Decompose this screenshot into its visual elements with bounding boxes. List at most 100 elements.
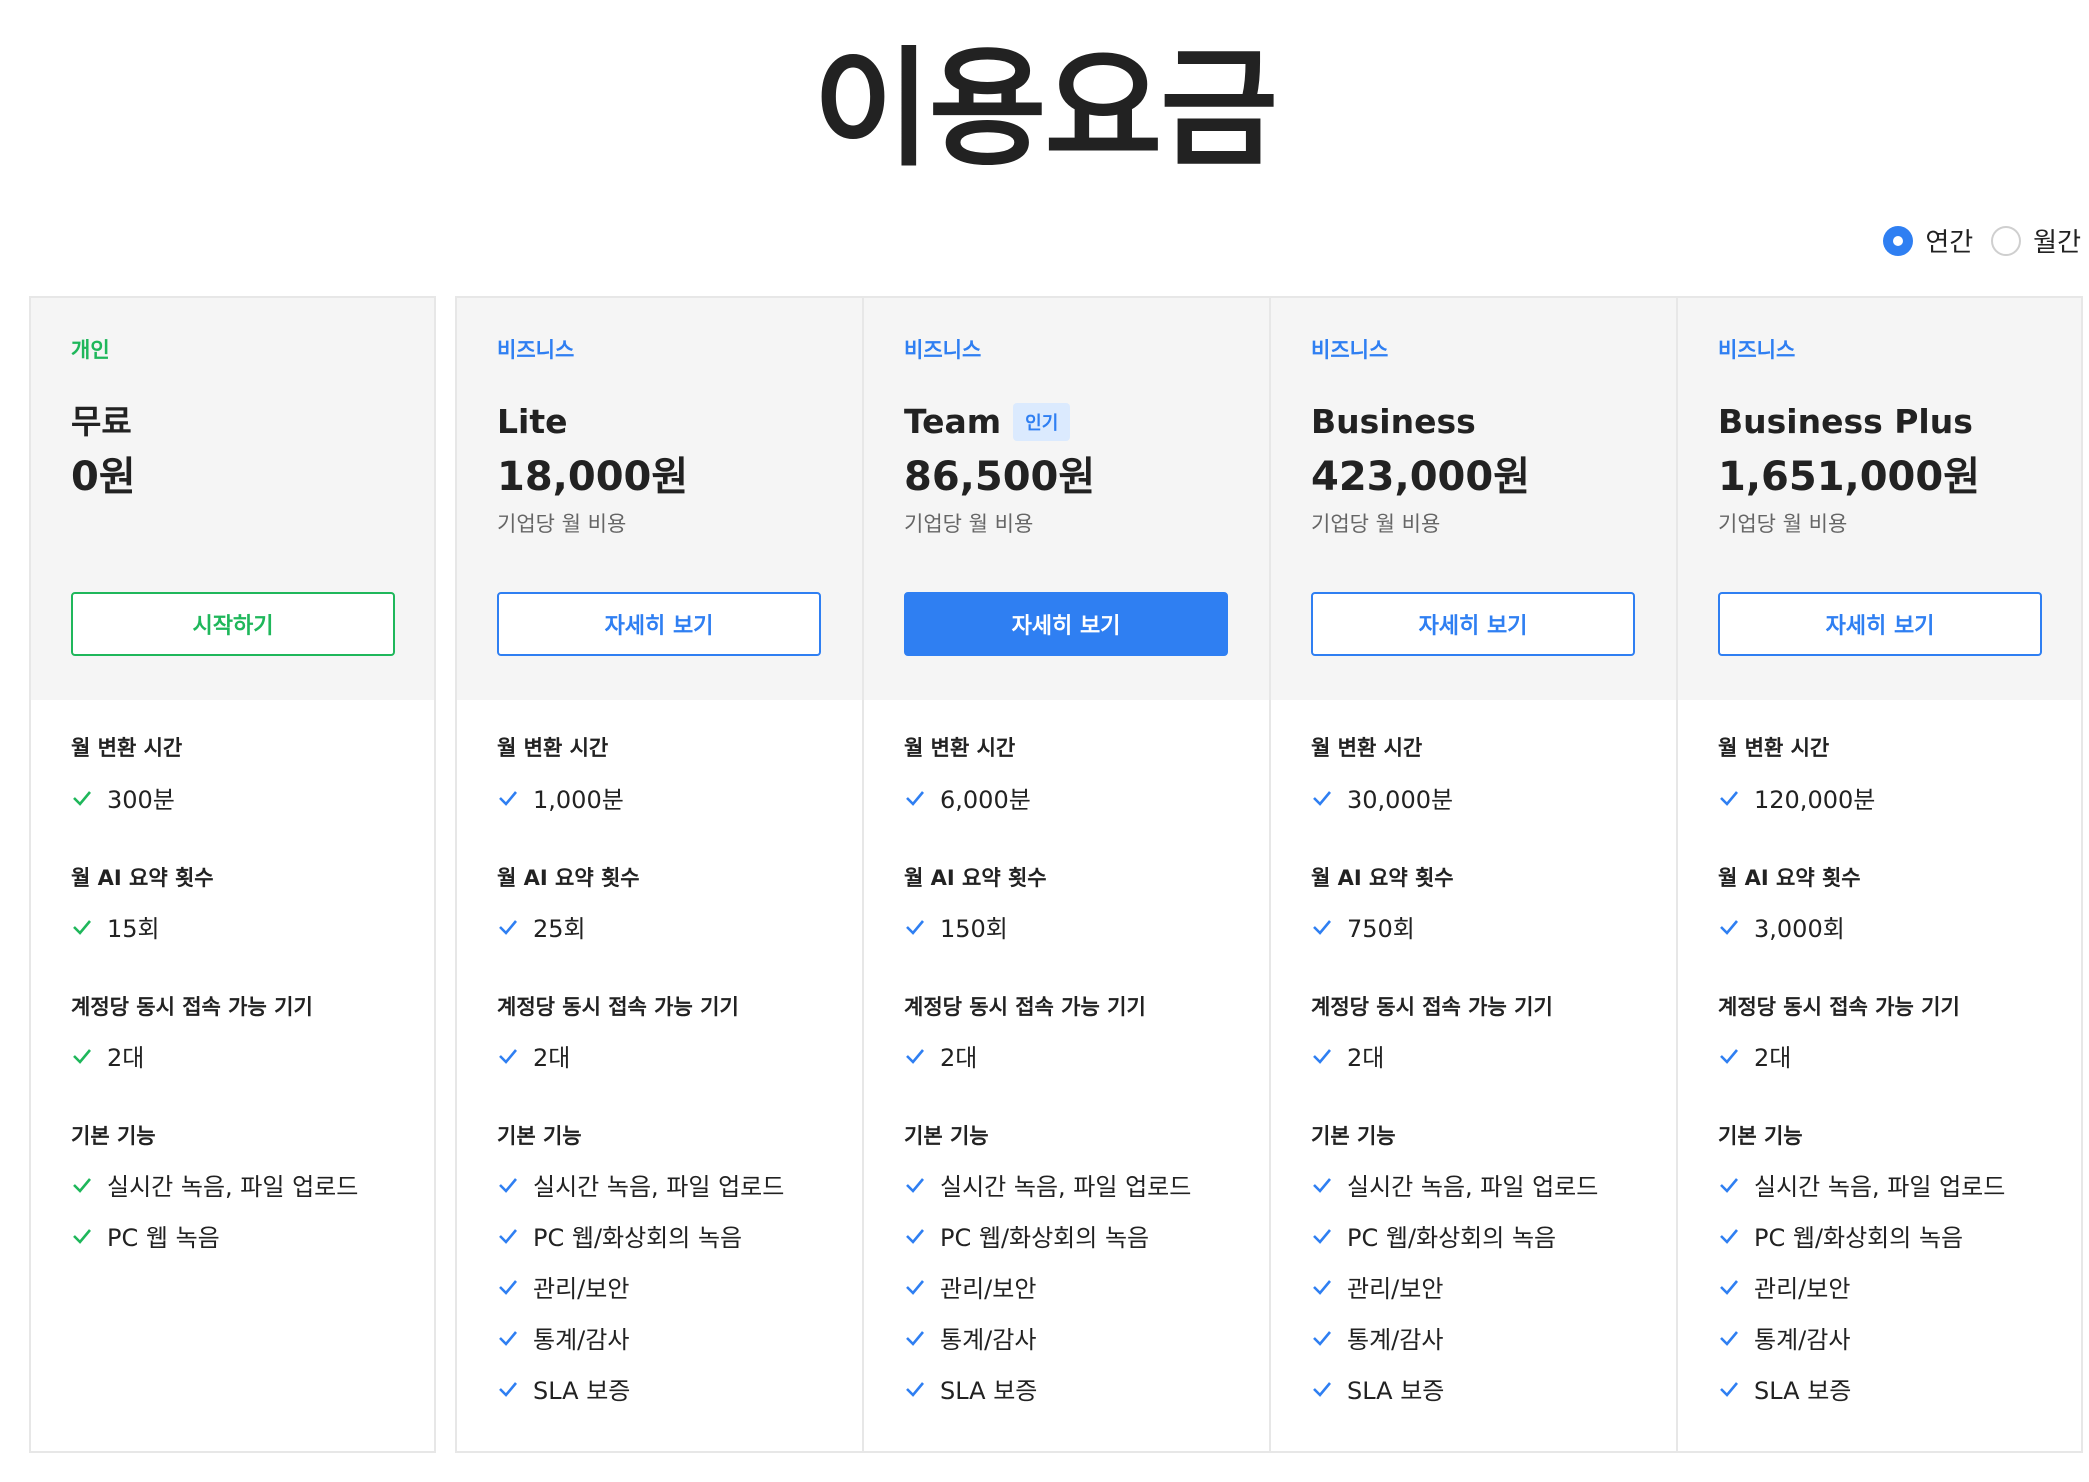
check-icon	[906, 1048, 924, 1064]
plan-price-caption: 기업당 월 비용	[497, 512, 627, 536]
plan-price-caption: 기업당 월 비용	[1311, 512, 1441, 536]
ai-summary-value: 25회	[497, 909, 586, 944]
ai-summary-heading: 월 AI 요약 횟수	[1311, 866, 1454, 890]
ai-summary-heading: 월 AI 요약 횟수	[71, 866, 214, 890]
feature-text: 실시간 녹음, 파일 업로드	[1347, 1173, 1599, 1201]
ai-summary-heading: 월 AI 요약 횟수	[497, 866, 640, 890]
check-icon	[499, 1381, 517, 1397]
view-details-button[interactable]: 자세히 보기	[904, 592, 1228, 656]
view-details-button[interactable]: 자세히 보기	[497, 592, 821, 656]
basic-heading: 기본 기능	[1311, 1124, 1396, 1148]
view-details-button[interactable]: 자세히 보기	[1718, 592, 2042, 656]
basic-heading: 기본 기능	[71, 1124, 156, 1148]
billing-yearly-option[interactable]: 연간	[1883, 222, 1973, 259]
billing-monthly-label: 월간	[2033, 228, 2081, 258]
feature-text: PC 웹/화상회의 녹음	[533, 1224, 743, 1252]
devices-value: 2대	[497, 1038, 570, 1073]
view-details-button[interactable]: 자세히 보기	[1311, 592, 1635, 656]
plan-name: Lite	[497, 402, 568, 441]
radio-checked-icon[interactable]	[1883, 225, 1914, 256]
devices-text: 2대	[1347, 1044, 1385, 1072]
feature-item: 실시간 녹음, 파일 업로드	[1718, 1167, 2005, 1202]
check-icon	[1720, 1279, 1738, 1295]
radio-unchecked-icon[interactable]	[1991, 225, 2022, 256]
devices-text: 2대	[533, 1044, 571, 1072]
plan-category: 비즈니스	[904, 338, 982, 362]
ai-summary-text: 15회	[107, 915, 160, 943]
ai-summary-value: 15회	[71, 909, 160, 944]
check-icon	[499, 1228, 517, 1244]
feature-item: 통계/감사	[497, 1320, 629, 1355]
ai-summary-heading: 월 AI 요약 횟수	[1718, 866, 1861, 890]
billing-monthly-option[interactable]: 월간	[1991, 222, 2081, 259]
ai-summary-value: 750회	[1311, 909, 1415, 944]
plan-category: 비즈니스	[1718, 338, 1796, 362]
check-icon	[499, 1177, 517, 1193]
check-icon	[1313, 1177, 1331, 1193]
devices-value: 2대	[1311, 1038, 1384, 1073]
feature-item: 관리/보안	[1718, 1269, 1850, 1304]
plan-name: Team	[904, 402, 1002, 441]
feature-item: PC 웹 녹음	[71, 1218, 220, 1253]
check-icon	[1313, 790, 1331, 806]
conversion-value: 1,000분	[497, 780, 624, 815]
check-icon	[1720, 1228, 1738, 1244]
check-icon	[1720, 790, 1738, 806]
conversion-value: 30,000분	[1311, 780, 1453, 815]
plan-header: 비즈니스 Team 인기 86,500원 기업당 월 비용 자세히 보기	[864, 298, 1269, 700]
conversion-text: 30,000분	[1347, 786, 1454, 814]
feature-item: 관리/보안	[904, 1269, 1036, 1304]
conversion-value: 6,000분	[904, 780, 1031, 815]
ai-summary-text: 25회	[533, 915, 586, 943]
check-icon	[1720, 1381, 1738, 1397]
feature-item: 실시간 녹음, 파일 업로드	[1311, 1167, 1598, 1202]
feature-text: 관리/보안	[1347, 1275, 1444, 1303]
basic-heading: 기본 기능	[497, 1124, 582, 1148]
plan-card-free: 개인 무료 0원 시작하기 월 변환 시간 300분 월 AI 요약 횟수 15…	[29, 296, 436, 1453]
feature-item: PC 웹/화상회의 녹음	[497, 1218, 742, 1253]
plan-category: 비즈니스	[1311, 338, 1389, 362]
feature-item: SLA 보증	[1311, 1371, 1444, 1406]
devices-heading: 계정당 동시 접속 가능 기기	[71, 995, 313, 1019]
popular-badge: 인기	[1013, 403, 1071, 441]
check-icon	[906, 1228, 924, 1244]
feature-text: 통계/감사	[533, 1326, 630, 1354]
check-icon	[906, 1330, 924, 1346]
feature-text: 통계/감사	[1347, 1326, 1444, 1354]
feature-item: 통계/감사	[904, 1320, 1036, 1355]
plan-category: 개인	[71, 338, 110, 362]
conversion-heading: 월 변환 시간	[904, 736, 1016, 760]
feature-item: 통계/감사	[1718, 1320, 1850, 1355]
check-icon	[1720, 919, 1738, 935]
plan-price: 1,651,000원	[1718, 454, 1981, 500]
conversion-text: 6,000분	[940, 786, 1031, 814]
check-icon	[1313, 919, 1331, 935]
feature-item: SLA 보증	[1718, 1371, 1851, 1406]
plan-header: 개인 무료 0원 시작하기	[31, 298, 434, 700]
check-icon	[1313, 1048, 1331, 1064]
devices-text: 2대	[107, 1044, 145, 1072]
feature-text: SLA 보증	[940, 1377, 1038, 1405]
check-icon	[499, 919, 517, 935]
plan-price-caption: 기업당 월 비용	[1718, 512, 1848, 536]
check-icon	[73, 790, 91, 806]
feature-item: PC 웹/화상회의 녹음	[1718, 1218, 1963, 1253]
feature-item: SLA 보증	[497, 1371, 630, 1406]
ai-summary-text: 750회	[1347, 915, 1415, 943]
plan-card-lite: 비즈니스 Lite 18,000원 기업당 월 비용 자세히 보기 월 변환 시…	[455, 296, 862, 1453]
feature-text: 통계/감사	[1754, 1326, 1851, 1354]
devices-value: 2대	[1718, 1038, 1791, 1073]
check-icon	[499, 790, 517, 806]
check-icon	[73, 919, 91, 935]
ai-summary-text: 3,000회	[1754, 915, 1845, 943]
start-button[interactable]: 시작하기	[71, 592, 395, 656]
check-icon	[1313, 1228, 1331, 1244]
plan-category: 비즈니스	[497, 338, 575, 362]
conversion-text: 120,000분	[1754, 786, 1876, 814]
devices-heading: 계정당 동시 접속 가능 기기	[1718, 995, 1960, 1019]
billing-toggle: 연간 월간	[1883, 222, 2081, 259]
feature-text: PC 웹/화상회의 녹음	[940, 1224, 1150, 1252]
plan-header: 비즈니스 Lite 18,000원 기업당 월 비용 자세히 보기	[457, 298, 862, 700]
feature-item: 관리/보안	[497, 1269, 629, 1304]
devices-text: 2대	[1754, 1044, 1792, 1072]
